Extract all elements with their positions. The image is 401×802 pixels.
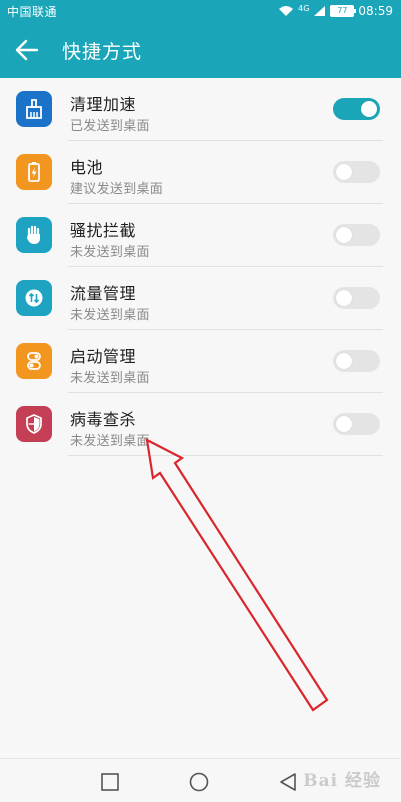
- shortcut-status: 已发送到桌面: [70, 119, 150, 134]
- carrier-name: 中国联通: [7, 5, 58, 19]
- watermark: Bai 经验: [303, 771, 381, 791]
- clock: 08:59: [358, 4, 393, 18]
- arrow-left-icon: [15, 39, 39, 61]
- shortcut-toggle[interactable]: [333, 287, 380, 309]
- shortcut-toggle[interactable]: [333, 224, 380, 246]
- divider: [68, 455, 383, 456]
- toggle-knob: [336, 416, 352, 432]
- shortcut-toggle[interactable]: [333, 413, 380, 435]
- signal-icon: [313, 5, 326, 17]
- toggle-knob: [336, 290, 352, 306]
- circle-icon: [189, 772, 209, 792]
- navigation-bar: Bai 经验: [0, 758, 401, 802]
- list-item-virus-scan[interactable]: 病毒查杀 未发送到桌面: [0, 393, 401, 456]
- app-bar: 快捷方式: [0, 22, 401, 78]
- shortcut-title: 电池: [70, 158, 104, 177]
- shortcut-toggle[interactable]: [333, 98, 380, 120]
- status-indicators: 4G 77 08:59: [278, 2, 393, 20]
- toggle-knob: [336, 353, 352, 369]
- list-item-startup-management[interactable]: 启动管理 未发送到桌面: [0, 330, 401, 393]
- toggle-knob: [336, 227, 352, 243]
- home-button[interactable]: [188, 771, 210, 793]
- shortcut-title: 骚扰拦截: [70, 221, 137, 240]
- toggle-knob: [336, 164, 352, 180]
- list-item-data-traffic[interactable]: 流量管理 未发送到桌面: [0, 267, 401, 330]
- shield-icon: [16, 406, 52, 442]
- shortcut-status: 未发送到桌面: [70, 434, 150, 449]
- hand-icon: [16, 217, 52, 253]
- battery-icon: [16, 154, 52, 190]
- network-type: 4G: [298, 3, 310, 13]
- recents-button[interactable]: [99, 771, 121, 793]
- shortcut-status: 未发送到桌面: [70, 371, 150, 386]
- square-icon: [101, 773, 119, 791]
- shortcut-title: 流量管理: [70, 284, 137, 303]
- wifi-icon: [278, 5, 294, 17]
- shortcut-title: 清理加速: [70, 95, 137, 114]
- page-title: 快捷方式: [62, 41, 143, 63]
- status-bar: 中国联通 4G 77 08:59: [0, 0, 401, 22]
- list-item-battery[interactable]: 电池 建议发送到桌面: [0, 141, 401, 204]
- shortcut-toggle[interactable]: [333, 161, 380, 183]
- shortcut-status: 建议发送到桌面: [70, 182, 164, 197]
- shortcut-status: 未发送到桌面: [70, 245, 150, 260]
- battery-icon: 77: [330, 5, 357, 17]
- triangle-back-icon: [280, 773, 296, 791]
- startup-switch-icon: [16, 343, 52, 379]
- data-traffic-icon: [16, 280, 52, 316]
- broom-icon: [16, 91, 52, 127]
- toggle-knob: [361, 101, 377, 117]
- nav-back-button[interactable]: [277, 771, 299, 793]
- list-item-harassment-block[interactable]: 骚扰拦截 未发送到桌面: [0, 204, 401, 267]
- shortcut-list: 清理加速 已发送到桌面 电池 建议发送到桌面 骚扰拦截 未发送到桌面 流量管理 …: [0, 78, 401, 456]
- back-button[interactable]: [12, 36, 42, 64]
- shortcut-title: 病毒查杀: [70, 410, 137, 429]
- list-item-cleanup[interactable]: 清理加速 已发送到桌面: [0, 78, 401, 141]
- screen: 中国联通 4G 77 08:59 快捷方式 清理加速 已发送到桌面 电池 建议发…: [0, 0, 401, 802]
- shortcut-status: 未发送到桌面: [70, 308, 150, 323]
- shortcut-title: 启动管理: [70, 347, 137, 366]
- shortcut-toggle[interactable]: [333, 350, 380, 372]
